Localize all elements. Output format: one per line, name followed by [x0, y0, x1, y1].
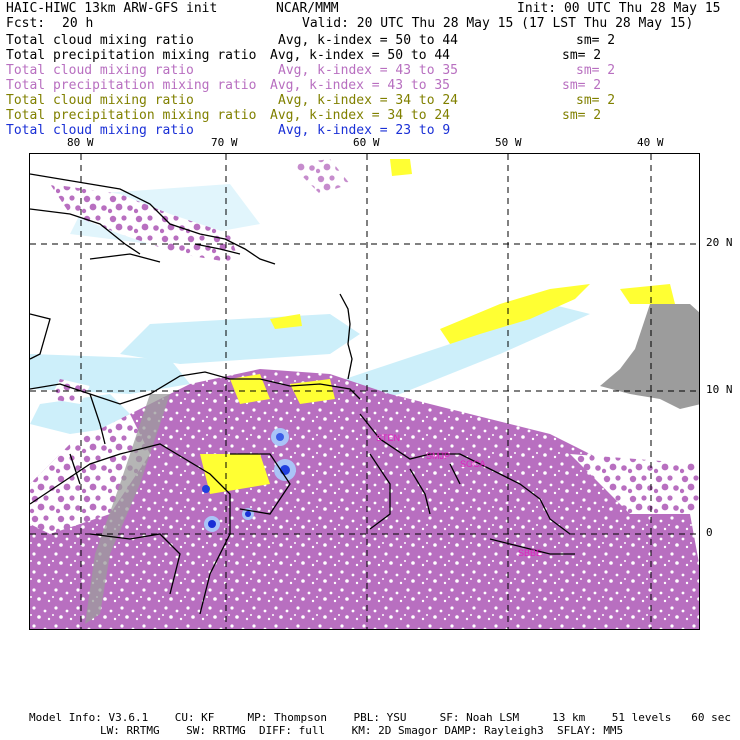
lat-label: 20 N — [706, 236, 733, 249]
forecast-label: Fcst: — [6, 16, 46, 31]
legend-smoothing: sm= 2 — [576, 33, 616, 48]
forecast-hours: 20 h — [62, 16, 94, 31]
legend-avg-range: Avg, k-index = 43 to 35 — [270, 78, 451, 93]
legend-smoothing: sm= 2 — [576, 63, 616, 78]
station-label: STEN — [376, 433, 400, 443]
legend-avg-range: Avg, k-index = 50 to 44 — [278, 33, 459, 48]
cloud-map: STEN SMJP SOCA SBBE — [30, 154, 699, 629]
legend-row: Total cloud mixing ratio Avg, k-index = 4… — [6, 63, 736, 78]
legend-field: Total cloud mixing ratio — [6, 93, 194, 108]
legend-field: Total precipitation mixing ratio — [6, 78, 257, 93]
lon-label: 50 W — [495, 136, 522, 149]
legend-smoothing: sm= 2 — [562, 48, 602, 63]
legend-row: Total cloud mixing ratio Avg, k-index = 3… — [6, 93, 736, 108]
station-label: SOCA — [460, 459, 486, 469]
legend-avg-range: Avg, k-index = 34 to 24 — [278, 93, 459, 108]
init-time: Init: 00 UTC Thu 28 May 15 — [517, 1, 721, 16]
legend-row: Total precipitation mixing ratio Avg, k-i… — [6, 78, 736, 93]
lat-label: 0 — [706, 526, 713, 539]
model-info-line1: Model Info: V3.6.1 CU: KF MP: Thompson P… — [29, 711, 731, 724]
station-label: SMJP — [426, 451, 450, 461]
legend-field: Total precipitation mixing ratio — [6, 108, 257, 123]
model-info-line2: LW: RRTMG SW: RRTMG DIFF: full KM: 2D Sm… — [100, 724, 624, 737]
model-title: HAIC-HIWC 13km ARW-GFS init — [6, 1, 218, 16]
organization-label: NCAR/MMM — [276, 1, 339, 16]
legend-field: Total cloud mixing ratio — [6, 123, 194, 138]
legend-smoothing: sm= 2 — [576, 93, 616, 108]
lon-label: 80 W — [67, 136, 94, 149]
legend-field: Total precipitation mixing ratio — [6, 48, 257, 63]
purple-cloud-layer — [30, 159, 699, 629]
lon-label: 40 W — [637, 136, 664, 149]
legend-avg-range: Avg, k-index = 50 to 44 — [270, 48, 451, 63]
valid-time: Valid: 20 UTC Thu 28 May 15 (17 LST Thu … — [302, 16, 694, 31]
legend-smoothing: sm= 2 — [562, 108, 602, 123]
legend-row: Total precipitation mixing ratio Avg, k-i… — [6, 108, 736, 123]
legend-field: Total cloud mixing ratio — [6, 63, 194, 78]
legend-avg-range: Avg, k-index = 34 to 24 — [270, 108, 451, 123]
lon-label: 60 W — [353, 136, 380, 149]
legend-row: Total cloud mixing ratio Avg, k-index = 5… — [6, 33, 736, 48]
map-panel: STEN SMJP SOCA SBBE — [29, 153, 700, 630]
legend-smoothing: sm= 2 — [562, 78, 602, 93]
legend-field: Total cloud mixing ratio — [6, 33, 194, 48]
lat-label: 10 N — [706, 383, 733, 396]
station-label: SBBE — [518, 548, 542, 558]
legend-avg-range: Avg, k-index = 43 to 35 — [278, 63, 459, 78]
lon-label: 70 W — [211, 136, 238, 149]
legend-row: Total precipitation mixing ratio Avg, k-i… — [6, 48, 736, 63]
